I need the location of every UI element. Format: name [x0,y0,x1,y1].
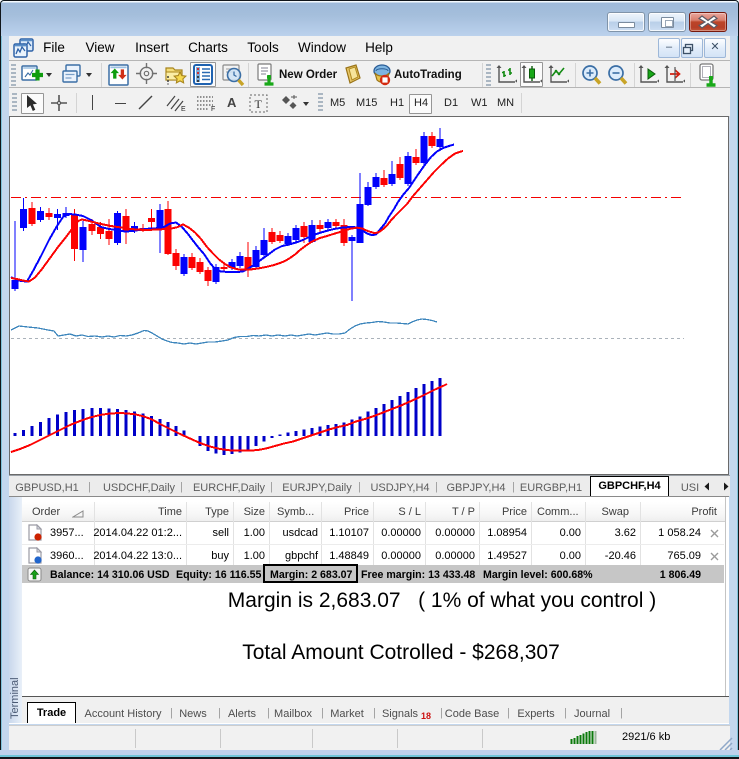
svg-text:F: F [211,106,215,112]
svg-text:E: E [181,106,186,112]
svg-text:T: T [255,97,263,111]
